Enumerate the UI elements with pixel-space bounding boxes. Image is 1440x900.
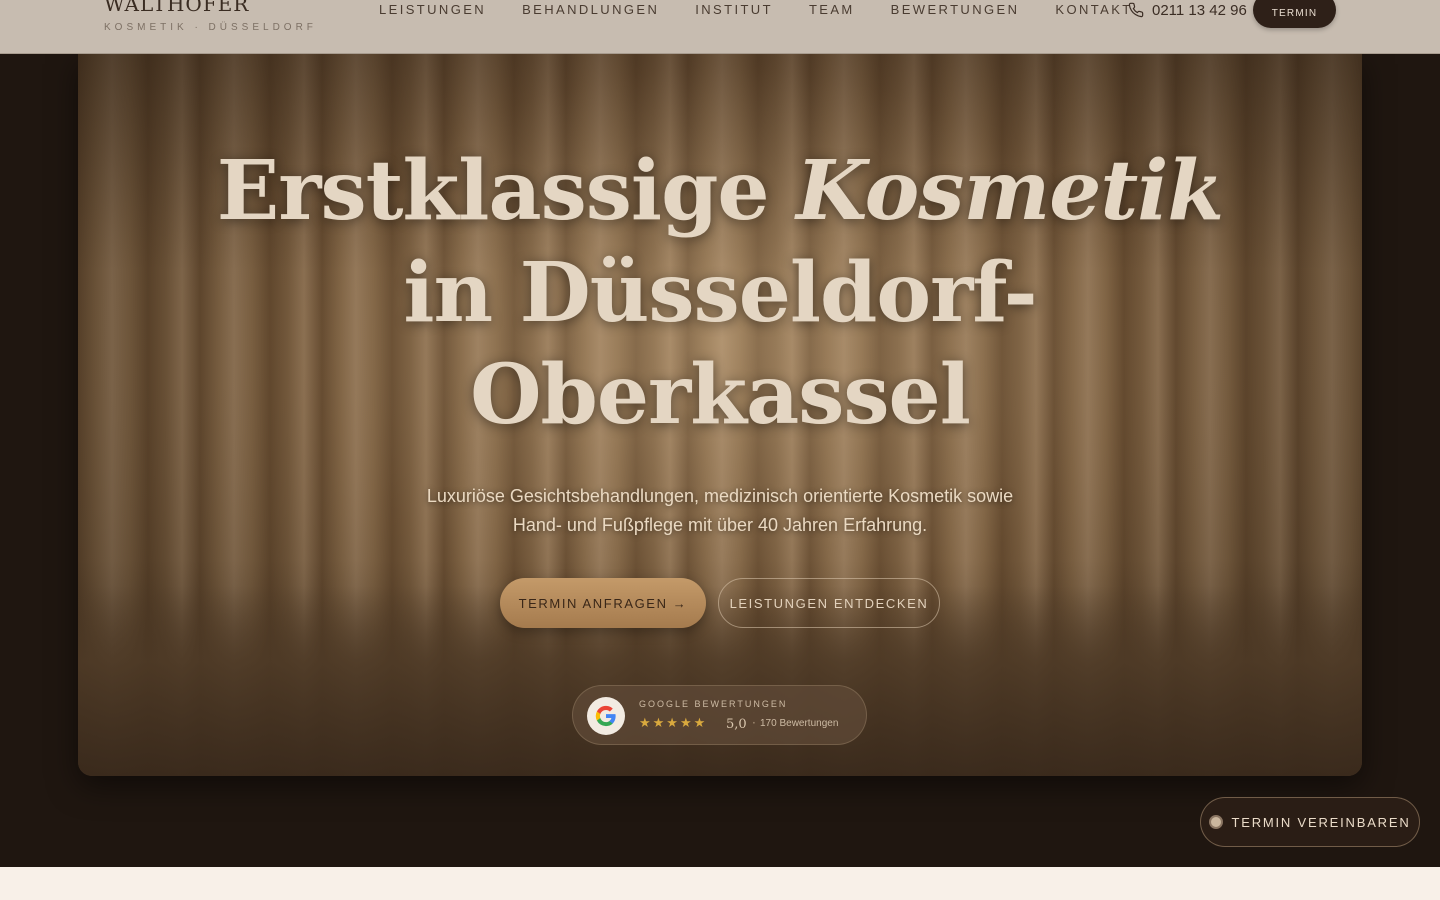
hero-title-plain: Erstklassige [216, 143, 797, 239]
google-reviews-badge[interactable]: GOOGLE BEWERTUNGEN ★★★★★ 5,0 · 170 Bewer… [572, 685, 867, 745]
hero-subtitle-line1: Luxuriöse Gesichtsbehandlungen, medizini… [426, 486, 1014, 506]
nav-item-behandlungen[interactable]: BEHANDLUNGEN [522, 2, 659, 20]
reviews-separator: · [752, 716, 756, 730]
brand-tagline: KOSMETIK · DÜSSELDORF [104, 22, 317, 33]
nav-item-institut[interactable]: INSTITUT [695, 2, 773, 20]
hero-title: Erstklassige Kosmetik in Düsseldorf- Obe… [0, 140, 1440, 446]
status-dot-icon [1209, 815, 1224, 829]
phone-link[interactable]: 0211 13 42 96 [1128, 0, 1247, 20]
phone-icon [1128, 2, 1144, 18]
next-section-edge [0, 867, 1440, 900]
termin-vereinbaren-floating-button[interactable]: TERMIN VEREINBAREN [1200, 797, 1420, 847]
floating-button-label: TERMIN VEREINBAREN [1231, 814, 1411, 830]
reviews-count: 170 Bewertungen [760, 718, 839, 729]
header-termin-button[interactable]: TERMIN [1253, 0, 1336, 28]
termin-anfragen-button[interactable]: TERMIN ANFRAGEN → [500, 578, 706, 628]
nav-item-leistungen[interactable]: LEISTUNGEN [379, 2, 486, 20]
brand-logo[interactable]: WALTHOFER [104, 0, 249, 16]
hero-title-line3: Oberkassel [470, 347, 971, 443]
leistungen-entdecken-button[interactable]: LEISTUNGEN ENTDECKEN [718, 578, 940, 628]
google-icon [587, 697, 625, 735]
nav-item-bewertungen[interactable]: BEWERTUNGEN [891, 2, 1020, 20]
nav-item-kontakt[interactable]: KONTAKT [1055, 2, 1132, 20]
reviews-label: GOOGLE BEWERTUNGEN [639, 699, 788, 709]
site-header: WALTHOFER KOSMETIK · DÜSSELDORF LEISTUNG… [0, 0, 1440, 54]
phone-number: 0211 13 42 96 [1152, 1, 1247, 19]
hero-subtitle-line2: Hand- und Fußpflege mit über 40 Jahren E… [512, 515, 928, 535]
hero-title-emphasis: Kosmetik [796, 143, 1224, 239]
nav-item-team[interactable]: TEAM [809, 2, 855, 20]
hero-subtitle: Luxuriöse Gesichtsbehandlungen, medizini… [0, 482, 1440, 540]
rating-value: 5,0 [726, 717, 747, 732]
hero-title-line2: in Düsseldorf- [403, 245, 1037, 341]
star-rating-icons: ★★★★★ [639, 716, 708, 731]
main-nav: LEISTUNGEN BEHANDLUNGEN INSTITUT TEAM BE… [379, 2, 1133, 20]
